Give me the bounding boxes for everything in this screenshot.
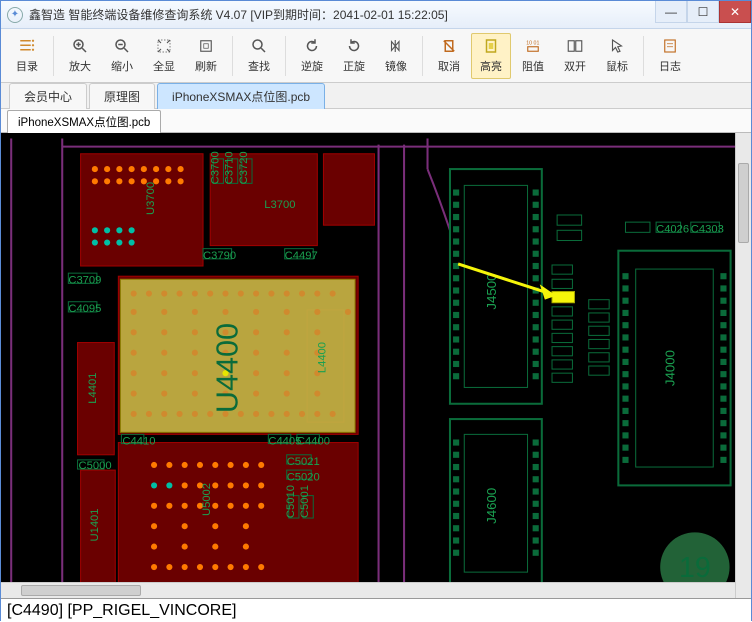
refresh-button[interactable]: 刷新 [186, 33, 226, 79]
label-c4410: C4410 [122, 436, 155, 448]
fit-label: 全显 [153, 58, 175, 74]
window-title: 鑫智造 智能终端设备维修查询系统 V4.07 [VIP到期时间：2041-02-… [29, 6, 745, 23]
tab-member-label: 会员中心 [24, 90, 72, 104]
pcb-svg: U4400 U3700 L3700 L4401 L4400 C4405 C440… [1, 133, 751, 598]
dual-button[interactable]: 双开 [555, 33, 595, 79]
minimize-button[interactable]: — [655, 1, 687, 23]
search-label: 查找 [248, 58, 270, 74]
tab-pcb[interactable]: iPhoneXSMAX点位图.pcb [157, 83, 325, 109]
refresh-label: 刷新 [195, 58, 217, 74]
label-l4401: L4401 [87, 373, 99, 404]
label-c3790: C3790 [203, 250, 236, 262]
label-l4400: L4400 [316, 342, 328, 373]
status-bar: [C4490] [PP_RIGEL_VINCORE] [1, 598, 751, 622]
tab-schematic-label: 原理图 [104, 90, 140, 104]
window-buttons: — ☐ ✕ [655, 1, 751, 23]
highlight-button[interactable]: 高亮 [471, 33, 511, 79]
label-j4000: J4000 [662, 350, 677, 386]
label-c3700: C3700 [209, 151, 221, 184]
dual-label: 双开 [564, 58, 586, 74]
mirror-button[interactable]: 镜像 [376, 33, 416, 79]
label-c4095: C4095 [68, 303, 101, 315]
corner-number: 19 [679, 552, 711, 584]
label-j4600: J4600 [484, 488, 499, 524]
cursor-label: 鼠标 [606, 58, 628, 74]
threshold-label: 阻值 [522, 58, 544, 74]
cancel-button[interactable]: 取消 [429, 33, 469, 79]
mirror-label: 镜像 [385, 58, 407, 74]
rotccw-label: 逆旋 [301, 58, 323, 74]
subtab-pcbfile-label: iPhoneXSMAX点位图.pcb [18, 117, 150, 129]
zoomin-button[interactable]: 放大 [60, 33, 100, 79]
subtab-pcbfile[interactable]: iPhoneXSMAX点位图.pcb [7, 110, 161, 133]
threshold-button[interactable]: 10 01 阻值 [513, 33, 553, 79]
label-c5020: C5020 [287, 471, 320, 483]
titlebar: ✦ 鑫智造 智能终端设备维修查询系统 V4.07 [VIP到期时间：2041-0… [1, 1, 751, 29]
label-c5021: C5021 [287, 456, 320, 468]
zoomout-button[interactable]: 缩小 [102, 33, 142, 79]
label-j4500: J4500 [484, 273, 499, 309]
label-c5000: C5000 [79, 460, 112, 472]
horizontal-scrollbar-thumb[interactable] [21, 585, 141, 596]
horizontal-scrollbar[interactable] [1, 582, 735, 598]
label-u3700: U3700 [145, 182, 157, 215]
label-c3710: C3710 [224, 151, 236, 184]
label-u1401: U1401 [89, 508, 101, 541]
label-c3720: C3720 [238, 151, 250, 184]
search-button[interactable]: 查找 [239, 33, 279, 79]
component-c4490[interactable] [552, 292, 574, 303]
close-button[interactable]: ✕ [719, 1, 751, 23]
toolbar: 目录 放大 缩小 全显 刷新 查找 逆旋 正旋 镜像 取消 高亮 10 01 阻值… [1, 29, 751, 83]
label-c5010: C5010 [285, 485, 297, 518]
rotate-cw-button[interactable]: 正旋 [334, 33, 374, 79]
label-c5001: C5001 [299, 485, 311, 518]
tab-pcb-label: iPhoneXSMAX点位图.pcb [172, 90, 310, 104]
zoomin-label: 放大 [69, 58, 91, 74]
highlight-label: 高亮 [480, 58, 502, 74]
maximize-button[interactable]: ☐ [687, 1, 719, 23]
catalog-label: 目录 [16, 58, 38, 74]
zoomout-label: 缩小 [111, 58, 133, 74]
tab-schematic[interactable]: 原理图 [89, 83, 155, 109]
label-c4303: C4303 [691, 223, 724, 235]
fit-button[interactable]: 全显 [144, 33, 184, 79]
label-c3709: C3709 [68, 274, 101, 286]
tab-member[interactable]: 会员中心 [9, 83, 87, 109]
vertical-scrollbar-thumb[interactable] [738, 163, 749, 243]
rotate-ccw-button[interactable]: 逆旋 [292, 33, 332, 79]
status-text: [C4490] [PP_RIGEL_VINCORE] [7, 602, 236, 620]
cursor-button[interactable]: 鼠标 [597, 33, 637, 79]
log-button[interactable]: 日志 [650, 33, 690, 79]
main-tabs: 会员中心 原理图 iPhoneXSMAX点位图.pcb [1, 83, 751, 109]
log-label: 日志 [659, 58, 681, 74]
pcb-canvas[interactable]: U4400 U3700 L3700 L4401 L4400 C4405 C440… [1, 133, 751, 598]
label-c4026: C4026 [656, 223, 689, 235]
rotcw-label: 正旋 [343, 58, 365, 74]
cancel-label: 取消 [438, 58, 460, 74]
sub-tabs: iPhoneXSMAX点位图.pcb [1, 109, 751, 133]
label-l3700: L3700 [264, 199, 295, 211]
label-u4400: U4400 [211, 323, 245, 413]
label-c4400: C4400 [297, 436, 330, 448]
app-icon: ✦ [7, 7, 23, 23]
label-u5002: U5002 [201, 483, 213, 516]
vertical-scrollbar[interactable] [735, 133, 751, 598]
svg-text:10 01: 10 01 [526, 41, 539, 47]
label-c4497: C4497 [285, 250, 318, 262]
catalog-button[interactable]: 目录 [7, 33, 47, 79]
